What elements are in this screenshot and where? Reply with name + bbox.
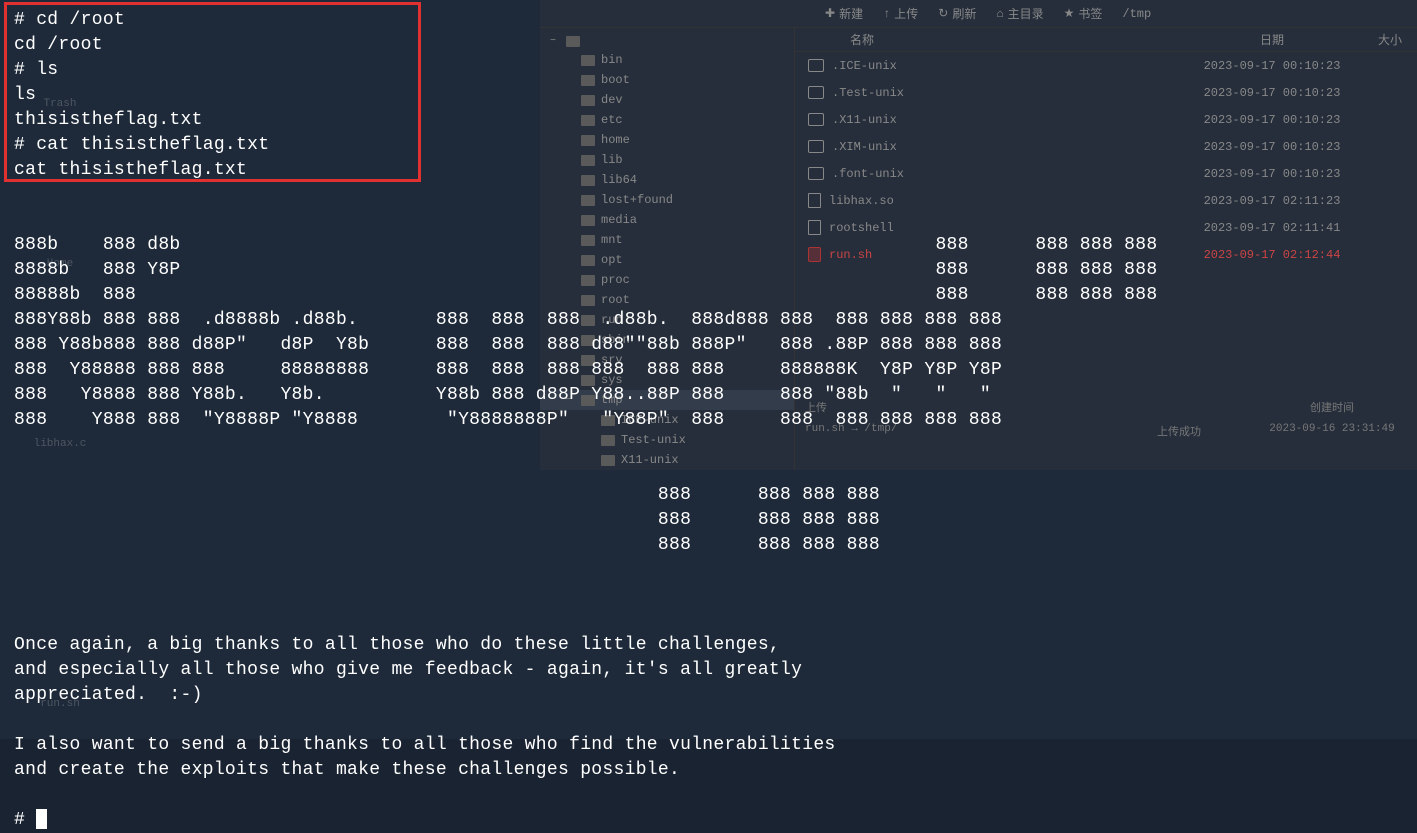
- terminal[interactable]: # cd /root cd /root # ls ls thisisthefla…: [0, 0, 1417, 739]
- terminal-cursor: [36, 809, 47, 829]
